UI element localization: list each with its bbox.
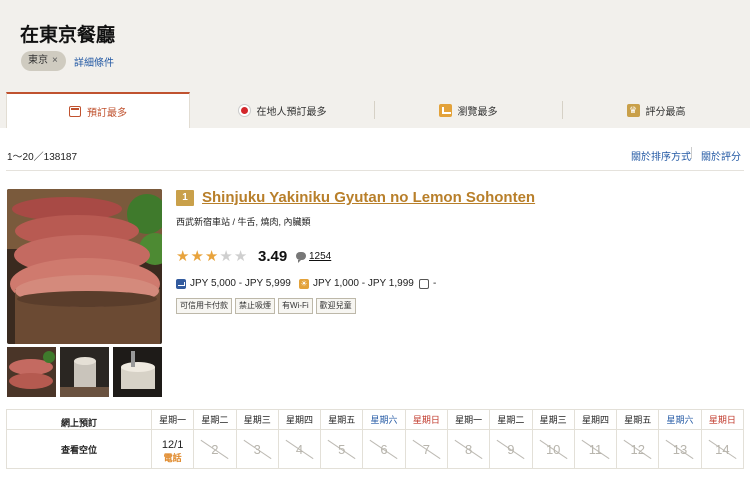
feature-tags: 可信用卡付款 禁止吸煙 有Wi-Fi 歡迎兒童 — [176, 298, 356, 314]
calendar-day-cell: 13 — [658, 429, 702, 469]
tab-label: 預訂最多 — [87, 107, 127, 119]
tab-label: 在地人預訂最多 — [256, 106, 327, 118]
feature-tag: 可信用卡付款 — [176, 298, 232, 314]
price-text: JPY 5,000 - JPY 5,999 — [190, 278, 291, 289]
calendar-day-cell[interactable]: 12/1 電話 — [150, 429, 195, 469]
day-date: 6 — [380, 442, 388, 457]
weekday-header: 星期五 — [320, 409, 364, 430]
day-date: 11 — [588, 442, 603, 457]
calendar-day-cell: 2 — [193, 429, 237, 469]
divider — [6, 170, 744, 171]
dinner-price: JPY 5,000 - JPY 5,999 — [176, 278, 291, 289]
availability-calendar: 網上預訂 星期一 星期二 星期三 星期四 星期五 星期六 星期日 星期一 星期二… — [6, 409, 745, 469]
weekday-header: 星期二 — [489, 409, 533, 430]
weekday-header: 星期五 — [616, 409, 660, 430]
restaurant-name-link[interactable]: Shinjuku Yakiniku Gyutan no Lemon Sohont… — [202, 189, 535, 206]
star-icon: ★ — [233, 248, 248, 265]
day-date: 4 — [295, 442, 304, 457]
star-icon: ★ — [190, 248, 204, 265]
tab-most-viewed[interactable]: 瀏覽最多 — [374, 92, 562, 128]
calendar-day-cell: 5 — [320, 429, 364, 469]
star-icon: ★ — [204, 248, 219, 265]
sort-method-link[interactable]: 關於排序方式 — [631, 148, 691, 163]
day-date: 2 — [211, 442, 219, 457]
day-date: 7 — [422, 442, 430, 457]
day-date: 14 — [715, 442, 730, 457]
lunch-price: ☀ JPY 1,000 - JPY 1,999 — [299, 278, 414, 289]
feature-tag: 有Wi-Fi — [278, 298, 313, 314]
day-date: 10 — [545, 442, 561, 457]
online-booking-label: 網上預訂 — [6, 409, 152, 430]
ranking-tabs: 預訂最多 在地人預訂最多 瀏覽最多 ♛ 評分最高 — [0, 92, 750, 128]
day-date: 12 — [630, 442, 645, 457]
weekday-header: 星期六 — [658, 409, 702, 430]
crown-icon: ♛ — [626, 103, 640, 117]
rating-stars: ★ ★ ★ ★ ★ — [176, 249, 247, 264]
weekday-header: 星期日 — [404, 409, 448, 430]
feature-tag: 歡迎兒童 — [315, 298, 356, 314]
rating-score: 3.49 — [258, 248, 288, 265]
restaurant-main-photo[interactable] — [7, 189, 162, 344]
restaurant-thumb-photo[interactable] — [113, 347, 162, 397]
calendar-day-cell: 11 — [573, 429, 618, 469]
weekday-header: 星期二 — [193, 409, 237, 430]
restaurant-station-genre: 西武新宿車站 / 牛舌, 燒肉, 內臟類 — [176, 217, 311, 227]
tab-top-rated[interactable]: ♛ 評分最高 — [562, 92, 750, 128]
weekday-header: 星期三 — [235, 409, 279, 430]
day-date: 3 — [253, 442, 261, 457]
calendar-day-cell: 12 — [616, 429, 660, 469]
tab-label: 瀏覽最多 — [457, 106, 498, 118]
tab-most-booked[interactable]: 預訂最多 — [6, 92, 190, 128]
phone-booking-label[interactable]: 電話 — [152, 451, 193, 464]
weekday-header: 星期一 — [446, 409, 491, 430]
day-date: 9 — [507, 442, 515, 457]
calendar-day-cell: 3 — [235, 429, 279, 469]
check-availability-label: 查看空位 — [6, 429, 152, 469]
restaurant-thumb-photo[interactable] — [60, 347, 109, 397]
star-icon: ★ — [219, 248, 233, 265]
dinner-icon — [176, 278, 186, 289]
calendar-day-cell: 7 — [404, 429, 448, 469]
weekday-header: 星期六 — [362, 409, 406, 430]
calendar-day-cell: 8 — [446, 429, 491, 469]
other-price: - — [419, 278, 436, 289]
chip-label: 東京 — [28, 55, 48, 66]
comment-icon — [296, 252, 306, 263]
detailed-conditions-link[interactable]: 詳細條件 — [74, 54, 114, 69]
price-text: - — [433, 278, 437, 289]
filter-chip-tokyo[interactable]: 東京 × — [21, 51, 66, 71]
calendar-day-cell: 9 — [489, 429, 533, 469]
star-icon: ★ — [176, 248, 190, 265]
day-date: 5 — [338, 442, 346, 457]
tab-label: 評分最高 — [645, 106, 686, 118]
day-date: 8 — [464, 442, 473, 457]
japan-flag-icon — [237, 103, 251, 117]
calendar-day-cell: 14 — [700, 429, 745, 469]
chart-icon — [438, 103, 452, 117]
calendar-day-cell: 4 — [277, 429, 322, 469]
feature-tag: 禁止吸煙 — [235, 298, 275, 314]
weekday-header: 星期三 — [531, 409, 575, 430]
calendar-icon — [69, 105, 81, 117]
weekday-header: 星期日 — [700, 409, 745, 430]
day-date: 13 — [672, 442, 688, 457]
rank-badge: 1 — [176, 190, 194, 206]
price-text: JPY 1,000 - JPY 1,999 — [313, 278, 414, 289]
clock-icon — [419, 278, 429, 289]
close-icon[interactable]: × — [52, 51, 58, 71]
calendar-day-cell: 10 — [531, 429, 575, 469]
weekday-header: 星期一 — [150, 409, 195, 430]
page-title: 在東京餐廳 — [20, 25, 116, 46]
result-count: 1～20／138187 — [7, 152, 78, 163]
restaurant-thumb-photo[interactable] — [7, 347, 56, 397]
weekday-header: 星期四 — [277, 409, 322, 430]
tab-locals-booked[interactable]: 在地人預訂最多 — [190, 92, 374, 128]
lunch-icon: ☀ — [299, 278, 309, 289]
link-divider — [691, 147, 692, 159]
calendar-day-cell: 6 — [362, 429, 406, 469]
rating-info-link[interactable]: 關於評分 — [701, 148, 741, 163]
review-count-link[interactable]: 1254 — [309, 251, 331, 262]
day-date: 12/1 — [161, 438, 184, 451]
weekday-header: 星期四 — [573, 409, 618, 430]
